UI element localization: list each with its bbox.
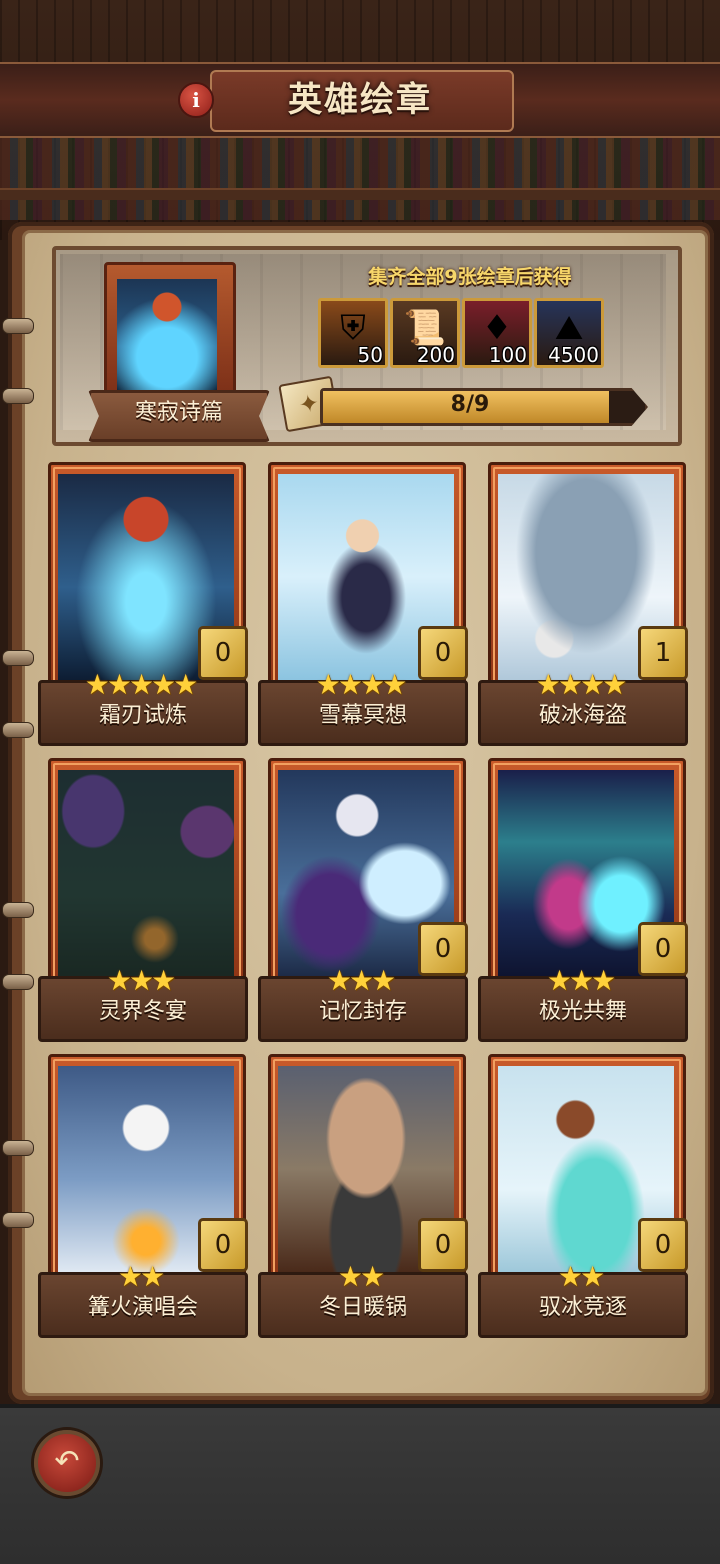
reward-item-armor[interactable]: ⛨ 50 xyxy=(318,298,388,368)
card-count-badge: 1 xyxy=(638,626,688,680)
card-count-badge: 0 xyxy=(418,626,468,680)
card-count-badge: 0 xyxy=(198,626,248,680)
binder-ring xyxy=(2,722,34,738)
bottom-bar xyxy=(0,1404,720,1564)
hero-card[interactable]: 灵界冬宴 ★★★ xyxy=(38,758,248,1042)
hero-card[interactable]: 冬日暖锅 ★★ 0 xyxy=(258,1054,468,1338)
binder-ring xyxy=(2,388,34,404)
back-arrow-icon: ↶ xyxy=(54,1444,80,1479)
hero-card[interactable]: 极光共舞 ★★★ 0 xyxy=(478,758,688,1042)
hero-card[interactable]: 篝火演唱会 ★★ 0 xyxy=(38,1054,248,1338)
mushroom-feast-art xyxy=(58,770,234,976)
collect-reward-text: 集齐全部9张绘章后获得 xyxy=(368,266,572,288)
back-button[interactable]: ↶ xyxy=(34,1430,100,1496)
binder-ring xyxy=(2,1140,34,1156)
reward-quantity: 100 xyxy=(488,343,527,367)
star-rating: ★★★ xyxy=(106,964,176,997)
reward-item-scroll[interactable]: 📜 200 xyxy=(390,298,460,368)
card-count-badge: 0 xyxy=(198,1218,248,1272)
progress-count: 8/9 xyxy=(450,392,490,417)
card-count-badge: 0 xyxy=(418,922,468,976)
reward-item-ore[interactable]: ⛰ 4500 xyxy=(534,298,604,368)
shelf-plank xyxy=(0,188,720,200)
hero-card[interactable]: 破冰海盗 ★★★★ 1 xyxy=(478,462,688,746)
page-title: 英雄绘章 xyxy=(288,80,432,120)
binder-ring xyxy=(2,318,34,334)
hero-card[interactable]: 霜刃试炼 ★★★★★ 0 xyxy=(38,462,248,746)
binder-ring xyxy=(2,1212,34,1228)
card-count-badge: 0 xyxy=(638,922,688,976)
hero-card[interactable]: 记忆封存 ★★★ 0 xyxy=(258,758,468,1042)
card-count-badge: 0 xyxy=(418,1218,468,1272)
frost-warrior-portrait xyxy=(117,279,217,391)
card-count-badge: 0 xyxy=(638,1218,688,1272)
reward-quantity: 4500 xyxy=(548,343,599,367)
hero-card[interactable]: 驭冰竞逐 ★★ 0 xyxy=(478,1054,688,1338)
reward-item-gem[interactable]: ♦ 100 xyxy=(462,298,532,368)
collection-cover-card[interactable] xyxy=(104,262,236,402)
collection-name-ribbon: 寒寂诗篇 xyxy=(88,390,270,442)
hero-card[interactable]: 雪幕冥想 ★★★★ 0 xyxy=(258,462,468,746)
binder-ring xyxy=(2,902,34,918)
binder-ring xyxy=(2,650,34,666)
reward-quantity: 50 xyxy=(357,343,383,367)
reward-quantity: 200 xyxy=(416,343,455,367)
info-icon[interactable]: i xyxy=(178,82,214,118)
binder-ring xyxy=(2,974,34,990)
